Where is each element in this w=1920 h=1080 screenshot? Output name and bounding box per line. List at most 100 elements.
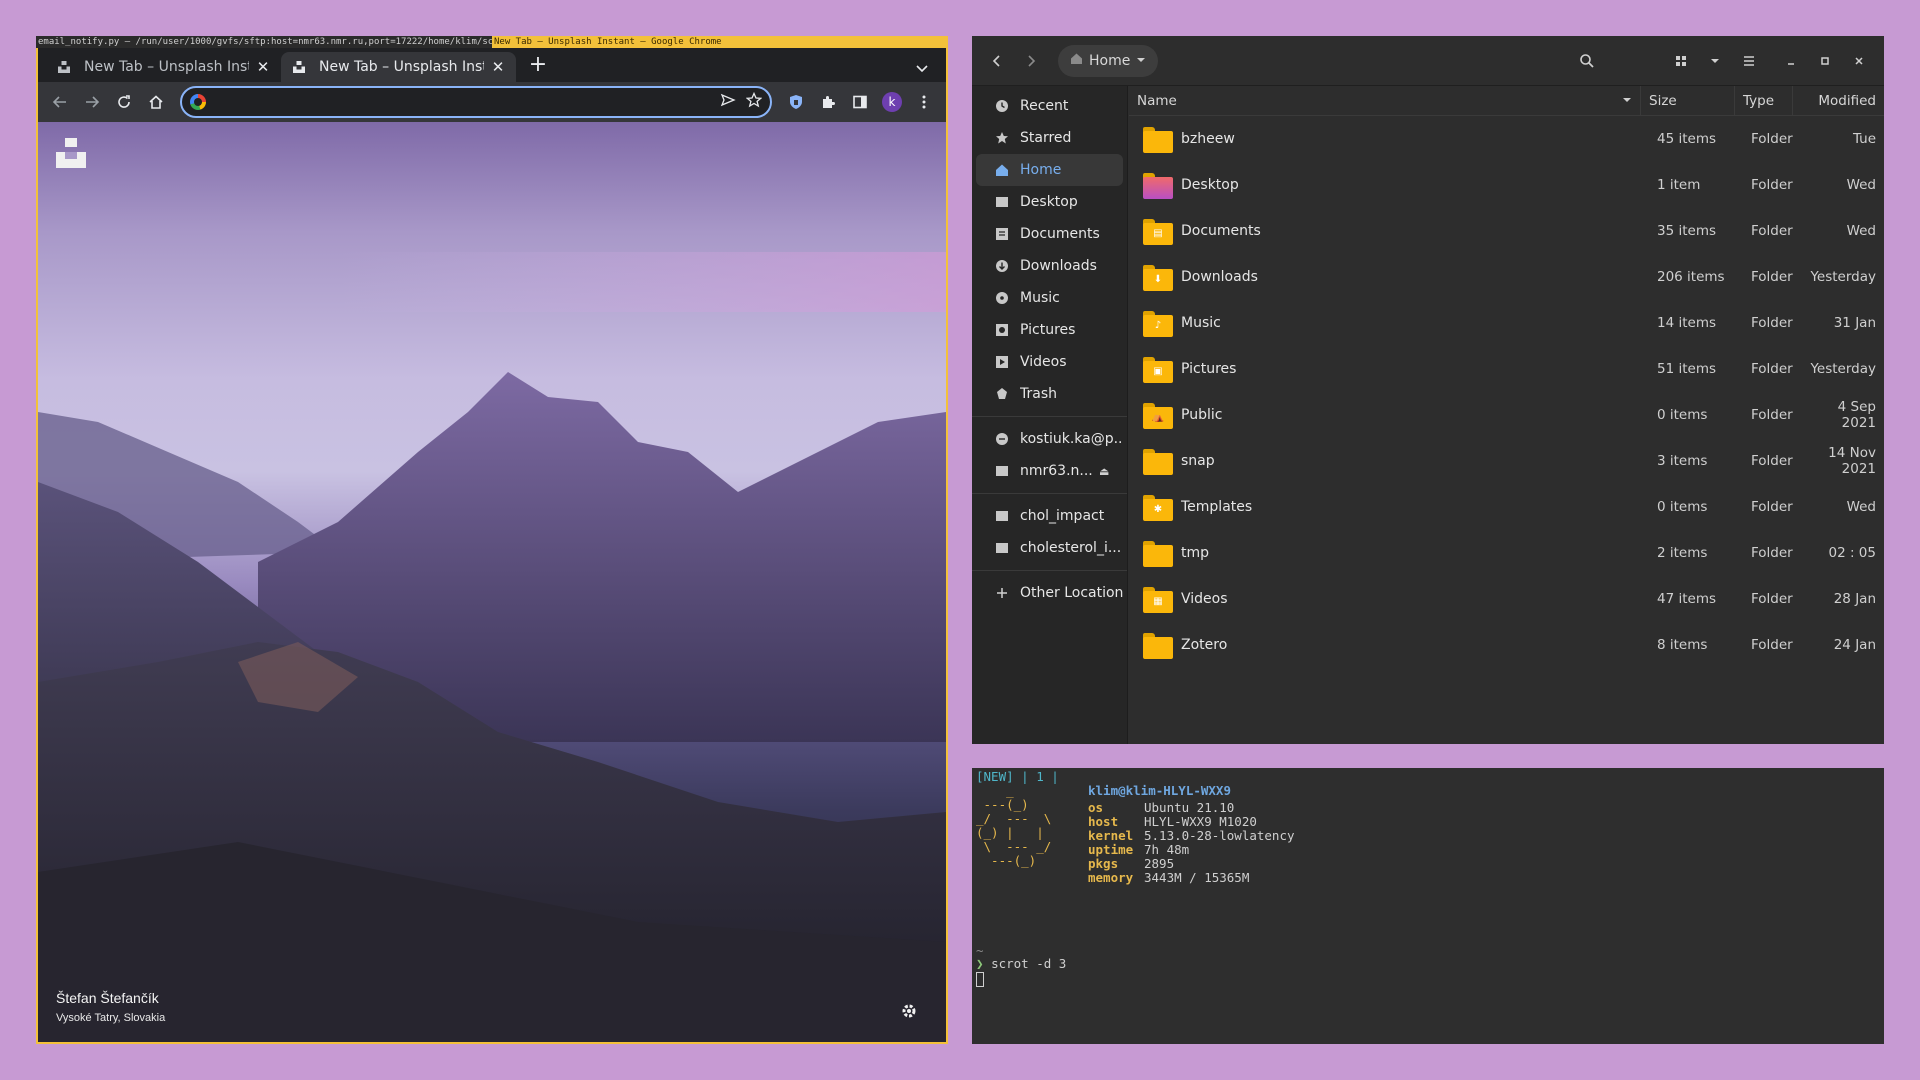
back-arrow-icon[interactable] [44,86,76,118]
file-type: Folder [1751,315,1793,331]
side-panel-icon[interactable] [844,86,876,118]
file-row[interactable]: bzheew 45 items Folder Tue [1129,116,1884,162]
file-modified: 31 Jan [1833,315,1876,331]
network-drive-icon [994,463,1010,479]
sidebar-item-videos[interactable]: Videos [976,346,1123,378]
view-options-chevron-icon[interactable] [1698,44,1732,78]
chrome-toolbar: k [38,82,946,122]
file-row[interactable]: tmp 2 items Folder 02 : 05 [1129,530,1884,576]
mountain-photo [38,252,946,1042]
files-window: Home Recent Starred Home Desktop Documen… [972,36,1884,744]
bookmark-star-icon[interactable] [745,91,763,112]
sidebar-item-home[interactable]: Home [976,154,1123,186]
hamburger-menu-icon[interactable] [1732,44,1766,78]
folder-icon [1143,631,1173,659]
sidebar-item-documents[interactable]: Documents [976,218,1123,250]
column-size[interactable]: Size [1641,86,1735,115]
file-size: 45 items [1657,131,1717,147]
file-modified: Yesterday [1810,361,1876,377]
sidebar-item-pictures[interactable]: Pictures [976,314,1123,346]
new-tab-button[interactable]: + [524,52,552,80]
close-icon[interactable]: ✕ [255,59,271,75]
file-row[interactable]: ▣ Pictures 51 items Folder Yesterday [1129,346,1884,392]
ascii-art-line: ---(_) [976,853,1052,868]
files-sidebar: Recent Starred Home Desktop Documents Do… [972,86,1128,744]
info-key: memory [1088,870,1134,885]
profile-avatar[interactable]: k [876,86,908,118]
folder-icon [1143,171,1173,199]
close-icon[interactable] [1842,44,1876,78]
forward-arrow-icon[interactable] [1014,44,1048,78]
folder-badge-icon: ⬇ [1153,274,1163,285]
sidebar-separator [972,570,1127,571]
file-modified: 24 Jan [1833,637,1876,653]
file-name: Public [1181,407,1223,423]
wm-tab-chrome[interactable]: New Tab – Unsplash Instant – Google Chro… [492,36,948,48]
folder-badge-icon: ♪ [1154,320,1162,331]
sidebar-item-recent[interactable]: Recent [976,90,1123,122]
files-headerbar: Home [972,36,1884,86]
file-row[interactable]: ♪ Music 14 items Folder 31 Jan [1129,300,1884,346]
address-bar[interactable] [180,86,772,118]
file-modified: 28 Jan [1833,591,1876,607]
grid-view-icon[interactable] [1664,44,1698,78]
prompt-symbol: ❯ [976,956,984,971]
home-icon[interactable] [140,86,172,118]
minimize-icon[interactable] [1774,44,1808,78]
photo-credit-name[interactable]: Štefan Štefančík [56,990,159,1006]
sidebar-item-music[interactable]: Music [976,282,1123,314]
file-row[interactable]: Desktop 1 item Folder Wed [1129,162,1884,208]
reload-icon[interactable] [108,86,140,118]
back-arrow-icon[interactable] [980,44,1014,78]
file-row[interactable]: ▦ Videos 47 items Folder 28 Jan [1129,576,1884,622]
file-row[interactable]: Zotero 8 items Folder 24 Jan [1129,622,1884,668]
chrome-menu-icon[interactable] [908,86,940,118]
forward-arrow-icon[interactable] [76,86,108,118]
file-row[interactable]: ✱ Templates 0 items Folder Wed [1129,484,1884,530]
file-row[interactable]: ⛺ Public 0 items Folder 4 Sep 2021 [1129,392,1884,438]
photo-credit-location[interactable]: Vysoké Tatry, Slovakia [56,1012,165,1024]
gear-icon[interactable] [900,1002,918,1020]
sidebar-item-account[interactable]: kostiuk.ka@p... [976,423,1123,455]
close-icon[interactable]: ✕ [490,59,506,75]
sidebar-item-downloads[interactable]: Downloads [976,250,1123,282]
chrome-tab-2[interactable]: New Tab – Unsplash Instant ✕ [281,52,516,82]
address-input[interactable] [214,94,720,110]
shield-extension-icon[interactable] [780,86,812,118]
send-icon[interactable] [720,92,736,112]
file-name: Downloads [1181,269,1258,285]
maximize-icon[interactable] [1808,44,1842,78]
sidebar-item-bookmark[interactable]: cholesterol_i... [976,532,1123,564]
sidebar-item-network-drive[interactable]: nmr63.n... ⏏ [976,455,1123,487]
column-name[interactable]: Name [1129,86,1641,115]
path-bar-home[interactable]: Home [1058,44,1159,77]
command-text: scrot -d 3 [991,956,1067,971]
chrome-tab-1[interactable]: New Tab – Unsplash Instant ✕ [46,52,281,82]
document-icon [994,226,1010,242]
file-size: 35 items [1657,223,1717,239]
terminal-window[interactable]: [NEW] | 1 | _ ---(_) _/ --- \ (_) | | \ -… [972,768,1884,1044]
chrome-tabstrip: New Tab – Unsplash Instant ✕ New Tab – U… [38,48,946,82]
file-name: tmp [1181,545,1210,561]
file-row[interactable]: ▤ Documents 35 items Folder Wed [1129,208,1884,254]
unsplash-logo-icon[interactable] [56,138,86,168]
eject-icon[interactable]: ⏏ [1099,465,1113,478]
new-tab-page: Štefan Štefančík Vysoké Tatry, Slovakia [38,122,946,1042]
sidebar-item-starred[interactable]: Starred [976,122,1123,154]
column-modified[interactable]: Modified [1793,86,1884,115]
search-icon[interactable] [1570,44,1604,78]
google-icon [190,94,206,110]
file-row[interactable]: ⬇ Downloads 206 items Folder Yesterday [1129,254,1884,300]
sidebar-item-other-locations[interactable]: Other Locations [976,577,1123,609]
home-icon [1070,52,1083,69]
sidebar-item-desktop[interactable]: Desktop [976,186,1123,218]
star-icon [994,130,1010,146]
cursor-line [976,971,984,988]
extensions-puzzle-icon[interactable] [812,86,844,118]
sidebar-item-bookmark[interactable]: chol_impact [976,500,1123,532]
wm-tab-editor[interactable]: email_notify.py – /run/user/1000/gvfs/sf… [36,36,492,48]
column-type[interactable]: Type [1735,86,1793,115]
file-row[interactable]: snap 3 items Folder 14 Nov 2021 [1129,438,1884,484]
sidebar-item-trash[interactable]: Trash [976,378,1123,410]
tab-search-chevron-icon[interactable] [912,58,932,78]
